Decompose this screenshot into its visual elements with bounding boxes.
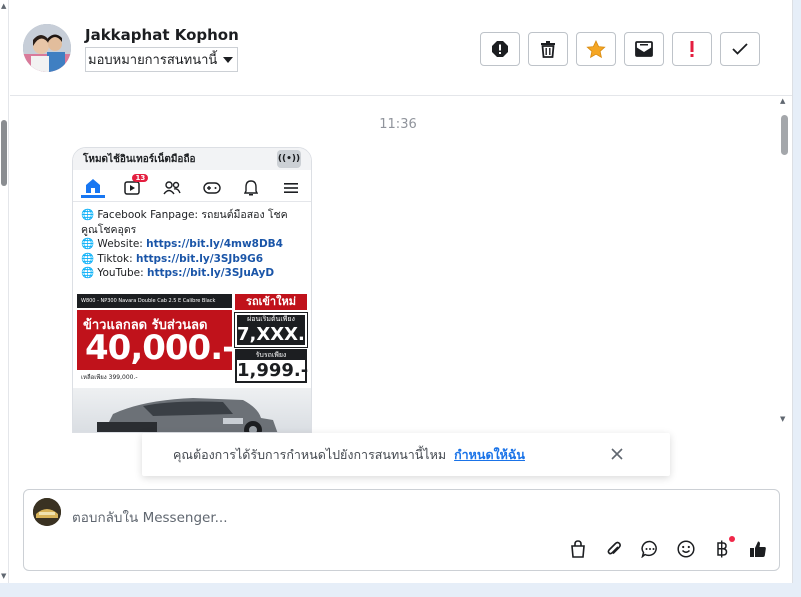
post-line: 🌐 Website: https://bit.ly/4mw8DB4 [81,237,303,252]
image-attachment[interactable]: โหมดไช้อินเทอร์เน็ตมือถือ ((•)) 13 🌐 Fac… [72,147,312,433]
post-line-label: Website: [97,238,147,250]
post-line: 🌐 YouTube: https://bit.ly/3SJuAyD [81,266,303,281]
assign-conversation-dropdown[interactable]: มอบหมายการสนทนานี้ [85,47,239,72]
promo-down-label: ผ่อนเริ่มต้นเพียง [247,315,295,323]
saved-reply-icon[interactable] [639,538,661,560]
exclamation-icon [690,41,694,57]
hotspot-icon: ((•)) [277,150,301,168]
star-button[interactable] [576,32,616,66]
reply-input[interactable]: ตอบกลับใน Messenger... [72,506,228,528]
home-icon [80,178,105,198]
scroll-up-arrow[interactable]: ▲ [780,97,785,105]
post-line: 🌐 Facebook Fanpage: รถยนต์มือสอง โชคคูณโ… [81,208,303,237]
globe-icon: 🌐 [81,267,95,279]
video-icon: 13 [120,173,149,198]
check-icon [732,43,748,55]
assign-label: มอบหมายการสนทนานี้ [88,53,218,68]
gaming-icon [200,178,224,198]
promo-side: รถเข้าใหม่ ผ่อนเริ่มต้นเพียง 7,XXX.- รับ… [234,294,312,384]
post-line-label: Tiktok: [97,252,137,265]
message-thread: 11:36 โหมดไช้อินเทอร์เน็ตมือถือ ((•)) 13 [10,97,792,433]
baht-payment-icon[interactable] [711,536,735,560]
message-timestamp: 11:36 [379,117,417,132]
promo-down-payment: ผ่อนเริ่มต้นเพียง 7,XXX.- [234,312,312,348]
emoji-icon[interactable] [675,538,697,560]
composer-tools [567,536,769,560]
paperclip-icon[interactable] [603,538,625,560]
thumbs-up-icon[interactable] [747,538,769,560]
post-link: https://bit.ly/3SJb9G6 [136,252,264,265]
post-line-label: Facebook Fanpage: รถยนต์มือสอง โชคคูณโชค… [81,209,288,236]
alert-circle-icon [492,41,508,57]
assign-to-me-link[interactable]: กำหนดให้ฉัน [454,445,525,465]
close-icon[interactable] [608,445,626,463]
trash-icon [541,40,555,58]
post-line-label: YouTube: [97,267,147,279]
bell-icon [239,178,263,198]
promo-start-payment: รับรถเพียง 1,999.- [235,349,309,383]
notification-badge: 13 [132,173,149,182]
scroll-down-arrow[interactable]: ▼ [780,415,785,423]
promo-header: W800 - NP300 Navara Double Cab 2.5 E Cal… [77,294,232,318]
conversation-header: Jakkaphat Kophon มอบหมายการสนทนานี้ [10,0,792,96]
conversation-actions [480,32,760,66]
image-post-text: 🌐 Facebook Fanpage: รถยนต์มือสอง โชคคูณโ… [73,202,311,281]
contact-name[interactable]: Jakkaphat Kophon [85,26,239,44]
promo-discount-panel: ข้าวแลกลด รับส่วนลด 40,000.- [77,310,236,370]
globe-icon: 🌐 [81,252,95,265]
scroll-up-arrow[interactable]: ▲ [1,2,6,10]
mark-done-button[interactable] [720,32,760,66]
friends-icon [160,178,184,198]
inbox-conversation-panel: ▲ ▼ Jakkaphat Kophon มอบหมายการสนทนานี้ [0,0,793,583]
post-line: 🌐 Tiktok: https://bit.ly/3SJb9G6 [81,252,303,267]
shopping-bag-icon[interactable] [567,538,589,560]
mark-unread-button[interactable] [624,32,664,66]
delete-button[interactable] [528,32,568,66]
promo-new-car: รถเข้าใหม่ [235,294,307,310]
left-scrollbar[interactable]: ▲ ▼ [0,0,9,583]
image-bar-title: โหมดไช้อินเทอร์เน็ตมือถือ [83,153,196,165]
scrollbar-thumb[interactable] [781,115,788,155]
globe-icon: 🌐 [81,238,95,250]
promo-start-label: รับรถเพียง [237,351,305,360]
post-link: https://bit.ly/3SJuAyD [147,267,275,279]
promo-start-value: 1,999.- [237,360,309,381]
assign-suggestion-text: คุณต้องการได้รับการกำหนดไปยังการสนทนานี้… [173,446,447,462]
notification-dot [729,536,735,542]
reply-composer: ตอบกลับใน Messenger... [23,489,780,571]
menu-icon [279,178,303,198]
image-status-bar: โหมดไช้อินเทอร์เน็ตมือถือ ((•)) [73,148,311,170]
chevron-down-icon [223,56,234,63]
image-fb-navbar: 13 [73,170,311,202]
mark-spam-button[interactable] [480,32,520,66]
scroll-down-arrow[interactable]: ▼ [1,572,6,580]
follow-up-button[interactable] [672,32,712,66]
scrollbar-thumb[interactable] [1,120,7,186]
globe-icon: 🌐 [81,209,95,221]
page-avatar [33,498,61,526]
truck-photo [73,388,311,432]
promo-banner: W800 - NP300 Navara Double Cab 2.5 E Cal… [77,294,312,386]
mail-unread-icon [635,41,653,57]
contact-avatar[interactable] [23,24,71,72]
post-link: https://bit.ly/4mw8DB4 [146,238,283,250]
promo-amount: 40,000.- [85,328,236,368]
star-icon [586,39,606,58]
promo-down-value: 7,XXX.- [237,324,312,345]
promo-footer: เหลือเพียง 399,000.- [81,374,138,381]
thread-scrollbar[interactable]: ▲ ▼ [778,97,790,433]
assign-suggestion-banner: คุณต้องการได้รับการกำหนดไปยังการสนทนานี้… [142,433,670,476]
